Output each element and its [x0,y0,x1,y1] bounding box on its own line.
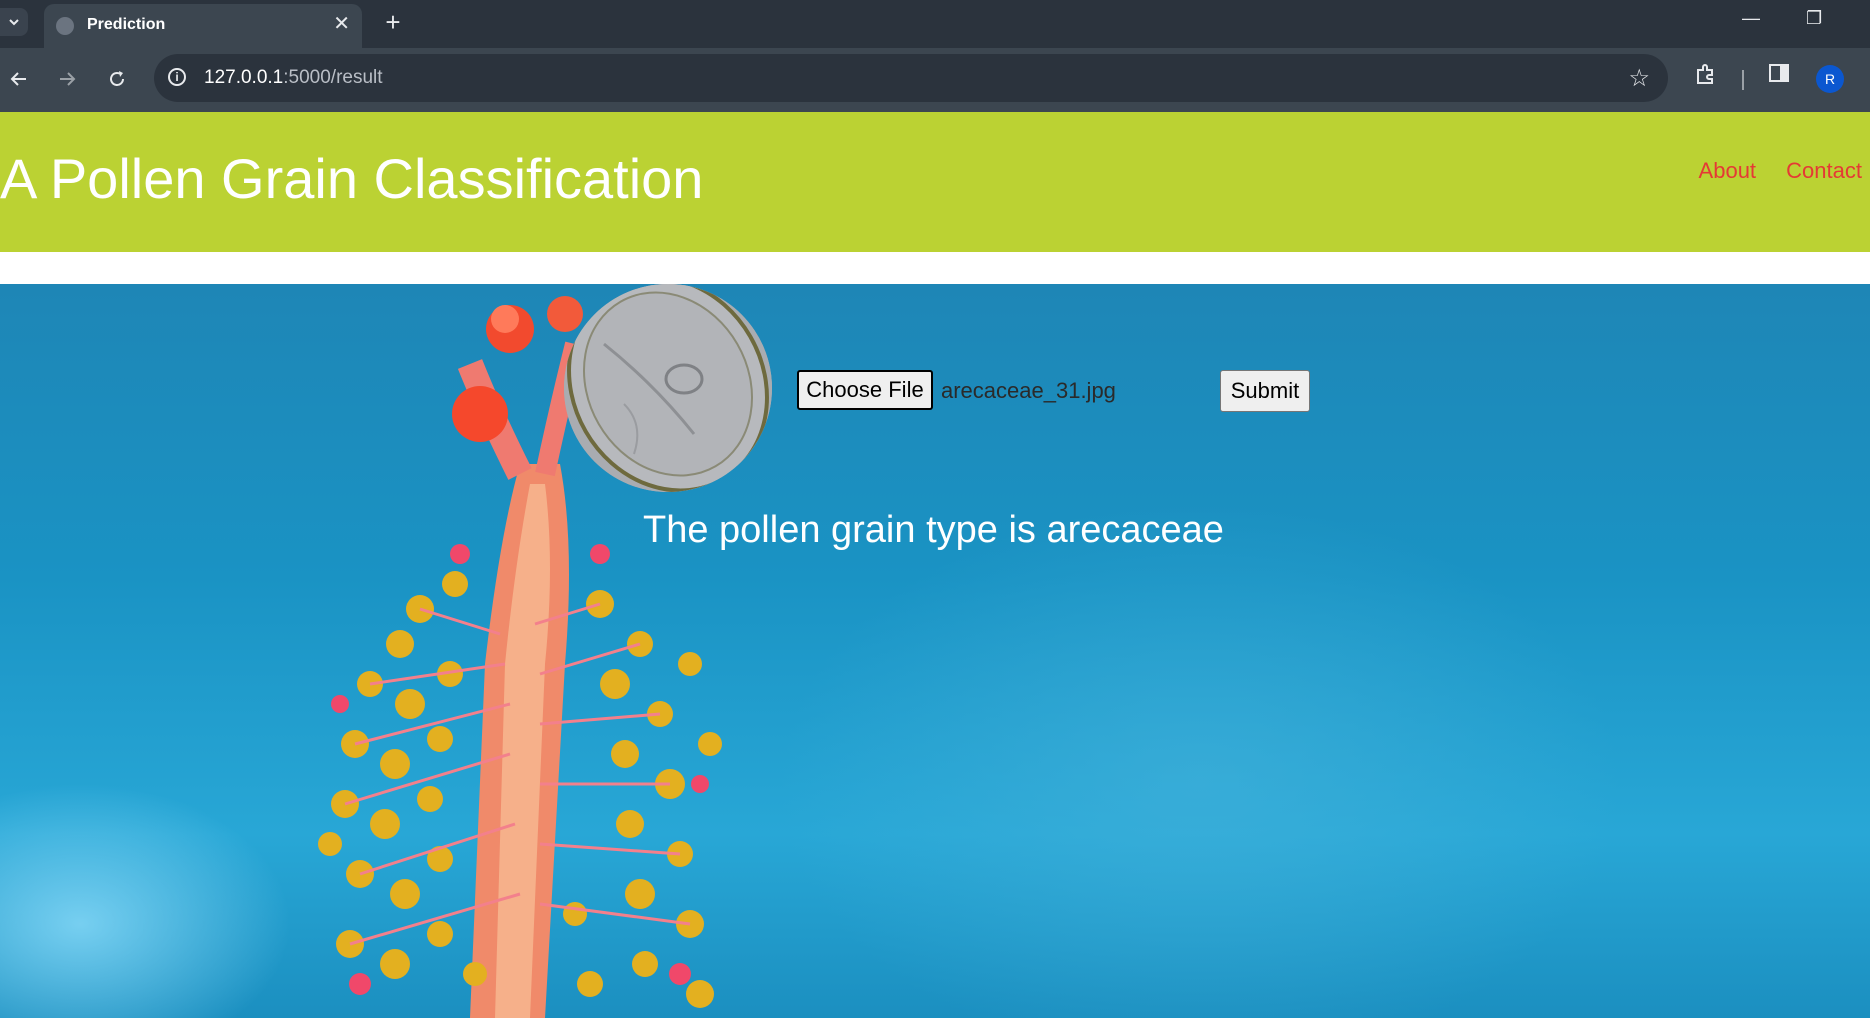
top-nav: About Contact [1675,158,1862,184]
browser-toolbar: i 127.0.0.1:5000/result ☆ R [0,48,1870,112]
profile-avatar[interactable]: R [1816,65,1844,93]
site-info-icon[interactable]: i [168,68,186,86]
prediction-result: The pollen grain type is arecaceae [643,509,1224,551]
bookmark-star-icon[interactable]: ☆ [1628,64,1650,93]
arrow-left-icon [10,72,26,86]
new-tab-button[interactable]: + [378,8,408,38]
globe-icon [56,17,74,35]
tab-title: Prediction [87,16,166,33]
forward-button[interactable] [50,62,84,96]
extensions-icon[interactable] [1694,62,1718,91]
address-bar[interactable]: i 127.0.0.1:5000/result ☆ [154,54,1668,102]
nav-contact-link[interactable]: Contact [1786,158,1862,183]
url-text: 127.0.0.1:5000/result [204,67,383,89]
hero-section: Choose File arecaceae_31.jpg Submit The … [0,284,1870,1018]
minimize-icon[interactable]: — [1742,8,1760,29]
header-spacer [0,252,1870,284]
tab-strip: Prediction ✕ + — ❐ [0,0,1870,48]
browser-tab[interactable]: Prediction ✕ [44,4,362,48]
side-panel-icon[interactable] [1768,62,1790,89]
url-path: :5000/result [283,67,383,88]
chevron-down-icon [9,19,19,26]
site-header: A Pollen Grain Classification About Cont… [0,112,1870,252]
page-title: A Pollen Grain Classification [0,147,704,210]
hibiscus-background-image [318,296,722,1018]
nav-about-link[interactable]: About [1699,158,1757,183]
back-button[interactable] [2,62,36,96]
submit-button[interactable]: Submit [1220,370,1310,412]
toolbar-divider [1742,70,1744,90]
reload-button[interactable] [100,62,134,96]
uploaded-pollen-image [564,284,772,492]
close-tab-icon[interactable]: ✕ [333,14,350,34]
choose-file-button[interactable]: Choose File [797,370,933,410]
reload-icon [110,71,124,86]
restore-icon[interactable]: ❐ [1806,8,1822,29]
arrow-right-icon [60,72,76,86]
tab-search-button[interactable] [0,8,28,36]
url-host: 127.0.0.1 [204,67,284,88]
selected-filename: arecaceae_31.jpg [941,378,1116,403]
